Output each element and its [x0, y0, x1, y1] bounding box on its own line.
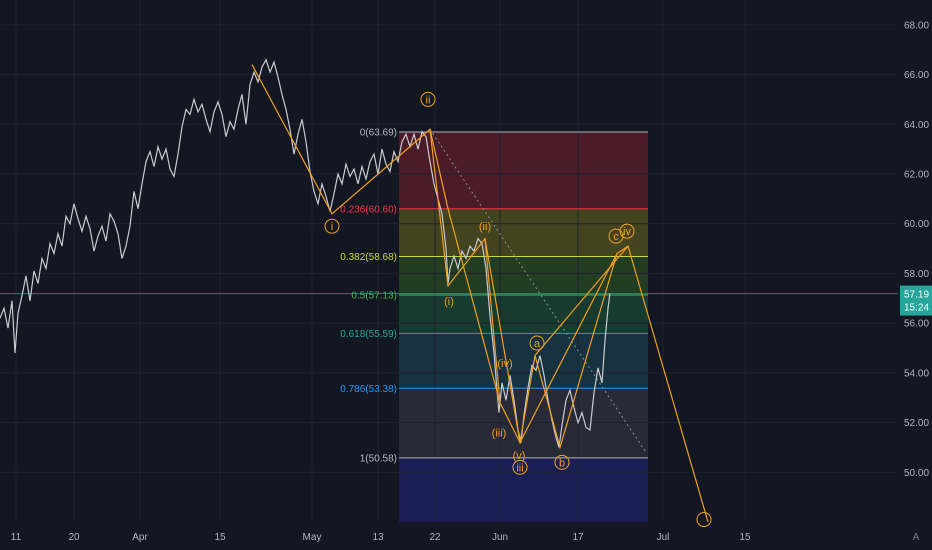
time-axis-label: 11: [11, 532, 22, 543]
price-axis-label: 56.00: [904, 319, 929, 330]
time-axis-label: Apr: [132, 532, 148, 543]
price-axis-label: 50.00: [904, 468, 929, 479]
time-axis-label: 15: [214, 532, 226, 543]
price-axis-label: 64.00: [904, 120, 929, 131]
wave-label: a: [534, 338, 541, 350]
wave-label: ii: [426, 94, 431, 106]
price-axis-label: 54.00: [904, 368, 929, 379]
time-axis-label: 22: [429, 532, 441, 543]
time-axis-label: May: [303, 532, 322, 543]
price-chart[interactable]: 0(63.69) 0.236(60.60) 0.382(58.68) 0.5(57.1…: [0, 0, 932, 550]
fib-zone: [399, 295, 648, 334]
price-axis-label: 68.00: [904, 20, 929, 31]
wave-label: (ii): [479, 221, 491, 233]
wave-label: c: [613, 231, 619, 243]
fib-zone: [399, 208, 648, 257]
countdown-timer: 15:24: [904, 303, 929, 314]
fib-level-label: 1(50.58): [360, 453, 397, 464]
fib-zone: [399, 131, 648, 209]
time-axis-label: Jul: [657, 532, 670, 543]
time-axis-label: 17: [572, 532, 584, 543]
fib-level-label: 0.236(60.60): [340, 204, 397, 215]
time-axis-label: Jun: [492, 532, 508, 543]
price-axis-label: 66.00: [904, 70, 929, 81]
fib-level-label: 0.382(58.68): [340, 252, 397, 263]
price-axis-label: 60.00: [904, 219, 929, 230]
wave-label: i: [331, 221, 333, 233]
wave-label: (iii): [492, 428, 507, 440]
time-axis-label: 13: [372, 532, 384, 543]
last-price-value: 57.19: [904, 290, 929, 301]
time-axis-label: 20: [68, 532, 80, 543]
wave-label: (i): [444, 296, 454, 308]
price-axis-label: 62.00: [904, 170, 929, 181]
time-axis-label: 15: [739, 532, 751, 543]
wave-label: iv: [623, 226, 631, 238]
price-axis-label: 58.00: [904, 269, 929, 280]
fib-level-label: 0.618(55.59): [340, 329, 397, 340]
price-axis-label: 52.00: [904, 418, 929, 429]
fib-level-label: 0(63.69): [360, 127, 397, 138]
fib-level-label: 0.5(57.13): [351, 291, 397, 302]
wave-label: (iv): [497, 358, 512, 370]
auto-scale-button[interactable]: A: [913, 532, 920, 543]
fib-level-label: 0.786(53.38): [340, 384, 397, 395]
chart-container[interactable]: 0(63.69) 0.236(60.60) 0.382(58.68) 0.5(57.1…: [0, 0, 932, 550]
wave-label: b: [559, 457, 565, 469]
fib-zone: [399, 333, 648, 389]
wave-label: iii: [516, 462, 523, 474]
